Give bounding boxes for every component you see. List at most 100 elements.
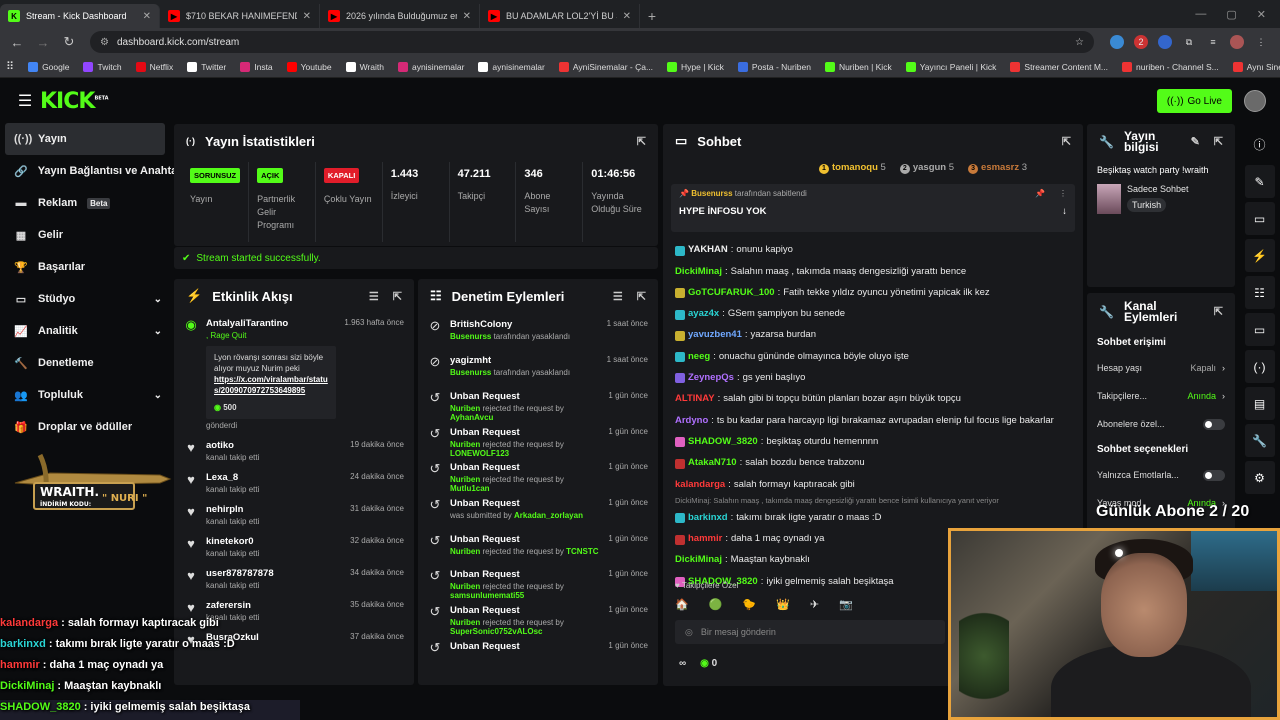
extension-icon[interactable]: [1158, 35, 1172, 49]
bookmark-item[interactable]: aynisinemalar: [478, 61, 545, 72]
toggle-switch[interactable]: [1203, 418, 1225, 430]
list-icon[interactable]: ☷: [1244, 276, 1275, 309]
chevron-down-icon[interactable]: ⌄: [154, 326, 162, 337]
top-gifter[interactable]: 2 yasgun 5: [899, 162, 954, 174]
channel-action-row[interactable]: Hesap yaşı Kapalı ›: [1087, 354, 1235, 382]
bookmark-item[interactable]: AyniSinemalar - Ça...: [558, 61, 653, 72]
moderation-item[interactable]: ↺ Unban Request Nuriben rejected the reque…: [418, 385, 658, 422]
edit-icon[interactable]: ✎: [1244, 165, 1275, 198]
bookmark-item[interactable]: Youtube: [286, 61, 332, 72]
top-gifter[interactable]: 3 esmasrz 3: [968, 162, 1027, 174]
hamburger-menu-icon[interactable]: ☰: [14, 91, 36, 111]
bookmark-item[interactable]: Twitch: [83, 61, 122, 72]
chat-username[interactable]: SHADOW_3820: [688, 436, 758, 448]
channel-action-row[interactable]: Abonelere özel...: [1087, 410, 1235, 438]
minimize-icon[interactable]: —: [1195, 8, 1206, 20]
bookmark-item[interactable]: Netflix: [135, 61, 173, 72]
pinned-message[interactable]: 📌 Busenurss tarafından sabitlendi ⋮ 📌 HY…: [671, 184, 1075, 232]
moderation-item[interactable]: ↺ Unban Request Nuriben rejected the reque…: [418, 599, 658, 636]
chat-username[interactable]: YAKHAN: [688, 245, 728, 256]
chat-username[interactable]: ZeynepQs: [688, 372, 734, 384]
browser-tab[interactable]: ▶ $710 BEKAR HANIMEFENDİNİN ✕: [160, 4, 320, 28]
bookmark-star-icon[interactable]: ☆: [1075, 37, 1084, 48]
site-info-icon[interactable]: ⚙: [100, 37, 109, 48]
close-tab-icon[interactable]: ✕: [623, 11, 631, 22]
chat-message[interactable]: GoTCUFARUK_100: Fatih tekke yıldız oyuncu…: [675, 283, 1075, 304]
chat-message[interactable]: AtakaN710: salah bozdu bence trabzonu: [675, 453, 1075, 474]
moderation-item[interactable]: ↺ Unban Request 1 gün önce: [418, 635, 658, 671]
forward-icon[interactable]: →: [32, 31, 54, 53]
activity-item[interactable]: ♥ aotiko kanalı takip etti 19 dakika önce: [174, 435, 414, 467]
reload-icon[interactable]: ↻: [58, 31, 80, 53]
filter-icon[interactable]: ☰: [369, 290, 379, 303]
sidebar-item[interactable]: 🔗 Yayın Bağlantısı ve Anahtarı: [0, 155, 185, 187]
filter-icon[interactable]: ☰: [613, 290, 623, 303]
chat-username[interactable]: DickiMinaj: [675, 266, 722, 278]
chevron-down-icon[interactable]: ⌄: [154, 390, 162, 401]
chat-message[interactable]: barkinxd: takımı bırak ligte yaratır o ma…: [675, 508, 1075, 529]
bookmark-item[interactable]: Google: [28, 61, 69, 72]
chat-message[interactable]: yavuzben41: yazarsa burdan: [675, 325, 1075, 346]
info-icon[interactable]: ⓘ: [1245, 128, 1275, 161]
bookmark-item[interactable]: Hype | Kick: [667, 61, 724, 72]
puzzle-icon[interactable]: ⧉: [1182, 35, 1196, 49]
sidebar-item[interactable]: ▬ Reklam Beta: [0, 187, 172, 219]
moderation-item[interactable]: ↺ Unban Request Nuriben rejected the reque…: [418, 563, 658, 600]
chat-message[interactable]: kalandarga: salah formayı kaptıracak gibi: [675, 474, 1075, 495]
quote-link[interactable]: https://x.com/viralambar/status/20090709…: [214, 375, 328, 395]
credit-card-icon[interactable]: ▭: [1244, 202, 1275, 235]
bookmark-item[interactable]: Twitter: [187, 61, 226, 72]
sidebar-item[interactable]: 🏆 Başarılar: [0, 251, 172, 283]
channel-action-row[interactable]: Takipçilere... Anında ›: [1087, 382, 1235, 410]
expand-down-icon[interactable]: ↓: [1062, 206, 1067, 217]
chat-username[interactable]: barkinxd: [688, 512, 728, 524]
moderation-item[interactable]: ⊘ BritishColony Busenurss tarafından yasak…: [418, 313, 658, 349]
chat-message[interactable]: neeg: onuachu gününde olmayınca böyle olu…: [675, 346, 1075, 367]
bookmark-item[interactable]: Posta - Nuriben: [737, 61, 811, 72]
extension-icon[interactable]: 2: [1134, 35, 1148, 49]
emote-icon[interactable]: 🟢: [709, 598, 723, 616]
sidebar-item[interactable]: 🎁 Droplar ve ödüller: [0, 411, 172, 443]
browser-tab[interactable]: ▶ BU ADAMLAR LOL2'Yİ BU SEFER ✕: [480, 4, 640, 28]
chat-input[interactable]: ◎ Bir mesaj gönderin: [675, 620, 945, 644]
bookmark-item[interactable]: Streamer Content M...: [1010, 61, 1108, 72]
sidebar-item[interactable]: 🔨 Denetleme: [0, 347, 172, 379]
bookmark-item[interactable]: Yayıncı Paneli | Kick: [905, 61, 996, 72]
chat-username[interactable]: yavuzben41: [688, 330, 742, 341]
close-tab-icon[interactable]: ✕: [143, 11, 151, 22]
kebab-menu-icon[interactable]: ⋮: [1254, 35, 1268, 49]
bookmark-item[interactable]: Nuriben | Kick: [824, 61, 892, 72]
popout-icon[interactable]: ⇱: [1062, 135, 1071, 148]
address-bar[interactable]: ⚙ dashboard.kick.com/stream ☆: [90, 31, 1094, 53]
bookmark-item[interactable]: aynisinemalar: [397, 61, 464, 72]
popout-icon[interactable]: ⇱: [1214, 306, 1223, 318]
maximize-icon[interactable]: ▢: [1226, 8, 1236, 21]
user-avatar[interactable]: [1244, 90, 1266, 112]
browser-tab[interactable]: ▶ 2026 yılında Bulduğumuz en iyi ✕: [320, 4, 480, 28]
chevron-down-icon[interactable]: ⌄: [154, 294, 162, 305]
bookmark-item[interactable]: Insta: [240, 61, 273, 72]
emote-icon[interactable]: 🏠: [675, 598, 689, 616]
infinity-icon[interactable]: ∞: [679, 658, 686, 669]
emote-icon[interactable]: 👑: [776, 598, 790, 616]
close-tab-icon[interactable]: ✕: [303, 11, 311, 22]
sidebar-item[interactable]: ▭ Stüdyo ⌄: [0, 283, 172, 315]
chat-username[interactable]: Ardyno: [675, 415, 708, 427]
popout-icon[interactable]: ⇱: [393, 290, 402, 303]
menu-list-icon[interactable]: ≡: [1206, 35, 1220, 49]
activity-item[interactable]: ◉ AntalyaliTarantino , Rage Quit Lyon rö…: [174, 313, 414, 435]
popout-icon[interactable]: ⇱: [637, 135, 646, 148]
popout-icon[interactable]: ⇱: [1214, 136, 1223, 148]
chat-message[interactable]: ayaz4x: GSem şampiyon bu senede: [675, 304, 1075, 325]
chat-username[interactable]: ALTINAY: [675, 394, 715, 405]
activity-item[interactable]: ♥ kinetekor0 kanalı takip etti 32 dakika ön…: [174, 531, 414, 563]
moderation-item[interactable]: ↺ Unban Request Nuriben rejected the reque…: [418, 456, 658, 493]
kick-points[interactable]: ◉ 0: [700, 658, 717, 669]
chat-message[interactable]: ZeynepQs: gs yeni başlıyo: [675, 368, 1075, 389]
bookmark-item[interactable]: Aynı Sinemalar - Ça...: [1232, 61, 1280, 72]
activity-item[interactable]: ♥ nehirpln kanalı takip etti 31 dakika önce: [174, 499, 414, 531]
layout-icon[interactable]: ▤: [1244, 387, 1275, 420]
moderation-item[interactable]: ⊘ yagizmht Busenurss tarafından yasaklandı…: [418, 349, 658, 385]
moderation-item[interactable]: ↺ Unban Request Nuriben rejected the reque…: [418, 528, 658, 564]
bookmark-item[interactable]: nuriben - Channel S...: [1122, 61, 1219, 72]
